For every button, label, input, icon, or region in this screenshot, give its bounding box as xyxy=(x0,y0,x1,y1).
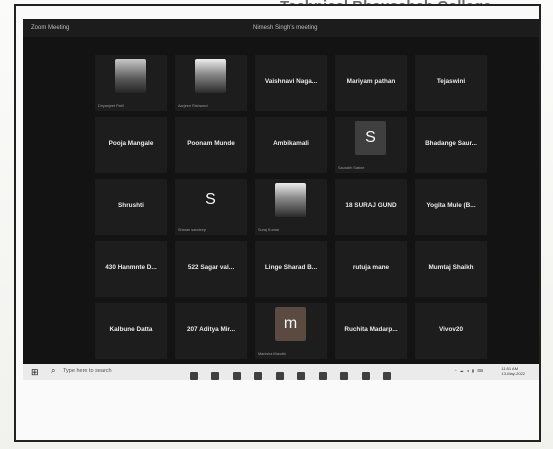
app-icon[interactable] xyxy=(211,372,220,380)
clock-date: 13-May-2022 xyxy=(501,371,525,376)
search-icon[interactable]: ⌕ xyxy=(51,366,55,376)
participant-photo xyxy=(195,59,226,93)
participant-tile[interactable]: 207 Aditya Mir... xyxy=(175,303,247,359)
participant-sublabel: Aarjeen Rishwani xyxy=(178,104,208,108)
participant-sublabel: Suraj Kumar xyxy=(258,228,280,232)
app-icon[interactable] xyxy=(232,372,241,380)
participant-tile[interactable]: 430 Hanmnte D... xyxy=(95,241,167,297)
participant-avatar: S xyxy=(205,191,216,208)
paper-background: Technical Bhausaheb College Zoom Meeting… xyxy=(0,0,553,449)
participant-name: 207 Aditya Mir... xyxy=(186,326,236,333)
participant-name: Tejaswini xyxy=(436,78,466,85)
meeting-title: Nimesh Singh's meeting xyxy=(253,25,318,31)
participant-tile[interactable]: rutuja mane xyxy=(335,241,407,297)
participant-photo xyxy=(115,59,146,93)
participant-tile[interactable]: Mumtaj Shaikh xyxy=(415,241,487,297)
title-bar: Zoom Meeting Nimesh Singh's meeting xyxy=(23,19,539,37)
participant-tile[interactable]: Shrushti xyxy=(95,179,167,235)
participant-tile[interactable]: Kalbune Datta xyxy=(95,303,167,359)
participant-tile[interactable]: Aarjeen Rishwani xyxy=(175,55,247,111)
app-icon[interactable] xyxy=(361,372,370,380)
participant-name: Bhadange Saur... xyxy=(425,140,477,147)
participant-name: Ambikamali xyxy=(273,140,309,147)
participant-name: Yogita Mule (B... xyxy=(426,202,476,209)
participant-name: Shrushti xyxy=(118,202,144,209)
participant-tile[interactable]: Poonam Munde xyxy=(175,117,247,173)
windows-icon[interactable]: ⊞ xyxy=(31,367,41,377)
participant-tile[interactable]: Vaishnavi Naga... xyxy=(255,55,327,111)
participant-avatar: S xyxy=(355,121,386,155)
participant-tile[interactable]: S Sharan sandeep xyxy=(175,179,247,235)
participant-tile[interactable]: Pooja Mangale xyxy=(95,117,167,173)
participant-tile[interactable]: Ambikamali xyxy=(255,117,327,173)
participant-tile[interactable]: 18 SURAJ GUND xyxy=(335,179,407,235)
participant-photo xyxy=(275,183,306,217)
participant-tile[interactable]: Suraj Kumar xyxy=(255,179,327,235)
taskbar-pinned-apps xyxy=(190,367,400,385)
app-icon[interactable] xyxy=(190,372,198,380)
participant-tile[interactable]: 522 Sagar val... xyxy=(175,241,247,297)
participant-name: Poonam Munde xyxy=(187,140,235,147)
participant-sublabel: Saurabh Sabne xyxy=(338,166,365,170)
participant-tile[interactable]: Bhadange Saur... xyxy=(415,117,487,173)
participant-name: rutuja mane xyxy=(352,264,390,271)
participant-tile[interactable]: Mariyam pathan xyxy=(335,55,407,111)
participant-tile[interactable]: Yogita Mule (B... xyxy=(415,179,487,235)
participant-tile[interactable]: Tejaswini xyxy=(415,55,487,111)
taskbar-search-input[interactable]: Type here to search xyxy=(63,368,112,374)
app-icon[interactable] xyxy=(254,372,263,380)
participant-sublabel: Manisha Maruthi xyxy=(258,352,287,356)
participant-sublabel: Sharan sandeep xyxy=(178,228,206,232)
gallery-grid: Dnyanjeet Patil Aarjeen Rishwani Vaishna… xyxy=(95,55,490,359)
participant-avatar: m xyxy=(275,307,306,341)
participant-name: Vaishnavi Naga... xyxy=(264,78,318,85)
participant-tile[interactable]: Ruchita Madarp... xyxy=(335,303,407,359)
app-icon[interactable] xyxy=(340,372,349,380)
participant-name: Ruchita Madarp... xyxy=(344,326,398,333)
app-icon[interactable] xyxy=(383,372,392,380)
app-icon[interactable] xyxy=(318,372,327,380)
participant-name: Vivov20 xyxy=(438,326,464,333)
participant-name: 430 Hanmnte D... xyxy=(105,264,157,271)
app-icon[interactable] xyxy=(275,372,284,380)
participant-name: Mumtaj Shaikh xyxy=(428,264,474,271)
system-clock[interactable]: 11:51 AM 13-May-2022 xyxy=(501,366,525,376)
participant-tile[interactable]: S Saurabh Sabne xyxy=(335,117,407,173)
participant-tile[interactable]: m Manisha Maruthi xyxy=(255,303,327,359)
participant-name: 522 Sagar val... xyxy=(187,264,235,271)
app-icon[interactable] xyxy=(297,372,306,380)
windows-taskbar: ⊞ ⌕ Type here to search ^ ☁ ◂ ▮ ⌨ 11:51 … xyxy=(23,364,539,380)
participant-sublabel: Dnyanjeet Patil xyxy=(98,104,124,108)
participant-name: Pooja Mangale xyxy=(108,140,154,147)
participant-name: Mariyam pathan xyxy=(346,78,396,85)
participant-tile[interactable]: Linge Sharad B... xyxy=(255,241,327,297)
zoom-window: Zoom Meeting Nimesh Singh's meeting Dnya… xyxy=(23,19,539,364)
participant-tile[interactable]: Vivov20 xyxy=(415,303,487,359)
system-tray-icons[interactable]: ^ ☁ ◂ ▮ ⌨ xyxy=(455,368,484,373)
app-title: Zoom Meeting xyxy=(31,25,70,31)
participant-name: Kalbune Datta xyxy=(109,326,153,333)
participant-tile[interactable]: Dnyanjeet Patil xyxy=(95,55,167,111)
participant-name: Linge Sharad B... xyxy=(264,264,318,271)
participant-name: 18 SURAJ GUND xyxy=(345,202,397,209)
